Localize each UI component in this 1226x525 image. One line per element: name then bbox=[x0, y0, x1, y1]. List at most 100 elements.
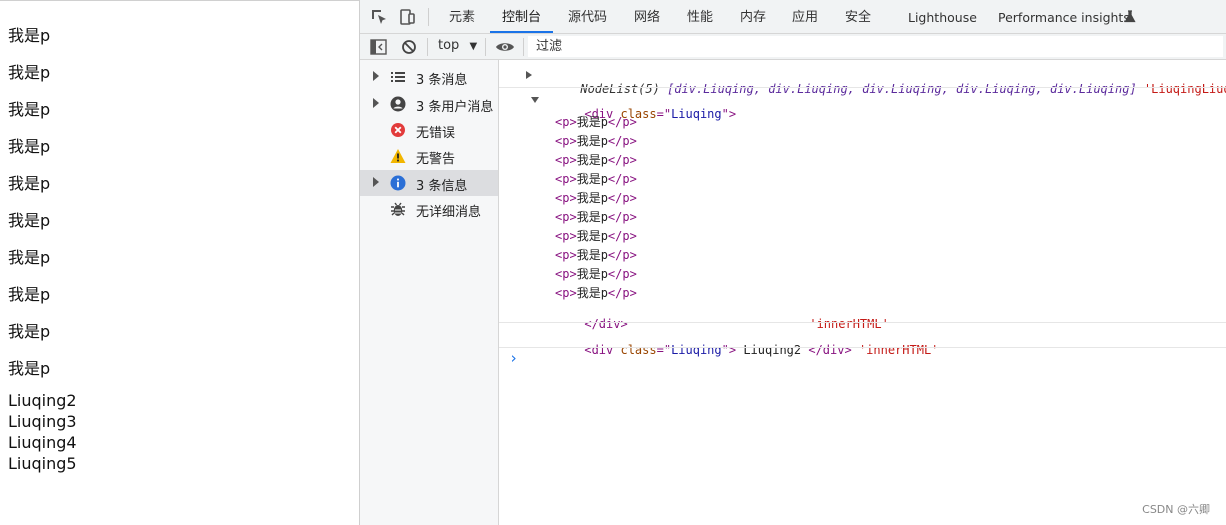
tab-elements[interactable]: 元素 bbox=[449, 0, 475, 33]
sidebar-item-user-messages[interactable]: 3 条用户消息 bbox=[360, 91, 498, 117]
divider bbox=[427, 38, 428, 56]
sidebar-item-label: 3 条信息 bbox=[416, 179, 468, 194]
tab-application[interactable]: 应用 bbox=[792, 0, 818, 33]
console-output: NodeList(5) [div.Liuqing, div.Liuqing, d… bbox=[499, 60, 1226, 525]
liuqing-div: Liuqing3 bbox=[8, 412, 77, 431]
tab-memory[interactable]: 内存 bbox=[740, 0, 766, 33]
console-element-p[interactable]: <p>我是p</p> bbox=[555, 132, 637, 149]
collapse-arrow-icon[interactable] bbox=[531, 97, 539, 103]
console-element-p[interactable]: <p>我是p</p> bbox=[555, 284, 637, 301]
chevron-down-icon: ▼ bbox=[469, 41, 478, 52]
p-text: 我是p bbox=[576, 191, 608, 205]
sidebar-item-messages[interactable]: 3 条消息 bbox=[360, 64, 498, 90]
p-text: 我是p bbox=[576, 267, 608, 281]
paragraph: 我是p bbox=[8, 174, 51, 193]
tab-performance[interactable]: 性能 bbox=[687, 0, 713, 33]
clear-console-icon[interactable] bbox=[401, 39, 417, 55]
devtools-tab-bar: 元素 控制台 源代码 网络 性能 内存 应用 安全 Lighthouse Per… bbox=[360, 0, 1226, 34]
p-open-tag: <p> bbox=[555, 115, 577, 129]
p-open-tag: <p> bbox=[555, 229, 577, 243]
divider bbox=[428, 8, 429, 26]
p-open-tag: <p> bbox=[555, 210, 577, 224]
console-element-p[interactable]: <p>我是p</p> bbox=[555, 265, 637, 282]
p-text: 我是p bbox=[576, 153, 608, 167]
p-open-tag: <p> bbox=[555, 134, 577, 148]
p-close-tag: </p> bbox=[607, 153, 637, 167]
console-element-p[interactable]: <p>我是p</p> bbox=[555, 246, 637, 263]
console-element-p[interactable]: <p>我是p</p> bbox=[555, 227, 637, 244]
filter-input[interactable] bbox=[528, 36, 1223, 57]
user-icon bbox=[390, 96, 406, 112]
p-text: 我是p bbox=[576, 172, 608, 186]
sidebar-item-label: 3 条消息 bbox=[416, 73, 468, 88]
context-selector[interactable]: top ▼ bbox=[438, 38, 477, 53]
inspect-element-icon[interactable] bbox=[370, 8, 388, 26]
expand-arrow-icon[interactable] bbox=[373, 71, 379, 81]
p-open-tag: <p> bbox=[555, 267, 577, 281]
p-open-tag: <p> bbox=[555, 153, 577, 167]
paragraph: 我是p bbox=[8, 137, 51, 156]
liuqing-div: Liuqing4 bbox=[8, 433, 77, 452]
devtools-panel: 元素 控制台 源代码 网络 性能 内存 应用 安全 Lighthouse Per… bbox=[359, 0, 1226, 525]
bug-icon bbox=[391, 202, 405, 216]
p-text: 我是p bbox=[576, 210, 608, 224]
divider bbox=[523, 38, 524, 56]
p-open-tag: <p> bbox=[555, 191, 577, 205]
sidebar-item-warnings[interactable]: 无警告 bbox=[360, 143, 498, 169]
message-divider bbox=[499, 322, 1226, 323]
paragraph: 我是p bbox=[8, 26, 51, 45]
p-close-tag: </p> bbox=[607, 248, 637, 262]
message-divider bbox=[499, 87, 1226, 88]
console-toolbar: top ▼ bbox=[360, 34, 1226, 60]
console-prompt-icon[interactable]: › bbox=[509, 349, 518, 367]
paragraph: 我是p bbox=[8, 285, 51, 304]
p-open-tag: <p> bbox=[555, 248, 577, 262]
divider bbox=[485, 38, 486, 56]
tab-performance-insights[interactable]: Performance insights bbox=[998, 0, 1130, 33]
p-open-tag: <p> bbox=[555, 172, 577, 186]
error-icon bbox=[391, 123, 405, 137]
sidebar-toggle-icon[interactable] bbox=[370, 39, 387, 55]
paragraph: 我是p bbox=[8, 248, 51, 267]
p-close-tag: </p> bbox=[607, 134, 637, 148]
console-element-p[interactable]: <p>我是p</p> bbox=[555, 170, 637, 187]
tab-console[interactable]: 控制台 bbox=[490, 0, 554, 33]
tab-sources[interactable]: 源代码 bbox=[568, 0, 607, 33]
sidebar-item-label: 3 条用户消息 bbox=[416, 100, 494, 115]
console-message-liuqing2[interactable]: <div class="Liuqing"> Liuqing2 </div> 'i… bbox=[541, 329, 938, 371]
expand-arrow-icon[interactable] bbox=[373, 98, 379, 108]
paragraph: 我是p bbox=[8, 63, 51, 82]
sidebar-item-label: 无详细消息 bbox=[416, 205, 482, 220]
p-text: 我是p bbox=[576, 115, 608, 129]
p-close-tag: </p> bbox=[607, 115, 637, 129]
p-text: 我是p bbox=[576, 286, 608, 300]
live-expression-eye-icon[interactable] bbox=[495, 39, 515, 55]
tab-network[interactable]: 网络 bbox=[634, 0, 660, 33]
console-element-p[interactable]: <p>我是p</p> bbox=[555, 113, 637, 130]
info-icon bbox=[390, 175, 406, 191]
web-page: 我是p 我是p 我是p 我是p 我是p 我是p 我是p 我是p 我是p 我是p … bbox=[0, 0, 359, 525]
sidebar-item-errors[interactable]: 无错误 bbox=[360, 117, 498, 143]
liuqing-div: Liuqing5 bbox=[8, 454, 77, 473]
message-divider bbox=[499, 347, 1226, 348]
console-element-p[interactable]: <p>我是p</p> bbox=[555, 151, 637, 168]
console-element-p[interactable]: <p>我是p</p> bbox=[555, 189, 637, 206]
p-text: 我是p bbox=[576, 134, 608, 148]
sidebar-item-info[interactable]: 3 条信息 bbox=[360, 170, 498, 196]
p-close-tag: </p> bbox=[607, 172, 637, 186]
p-close-tag: </p> bbox=[607, 229, 637, 243]
p-close-tag: </p> bbox=[607, 267, 637, 281]
expand-arrow-icon[interactable] bbox=[373, 177, 379, 187]
paragraph: 我是p bbox=[8, 100, 51, 119]
p-close-tag: </p> bbox=[607, 286, 637, 300]
sidebar-item-verbose[interactable]: 无详细消息 bbox=[360, 196, 498, 222]
console-element-p[interactable]: <p>我是p</p> bbox=[555, 208, 637, 225]
paragraph: 我是p bbox=[8, 211, 51, 230]
device-toolbar-icon[interactable] bbox=[398, 8, 416, 26]
tab-security[interactable]: 安全 bbox=[845, 0, 871, 33]
expand-arrow-icon[interactable] bbox=[526, 71, 532, 79]
context-label: top bbox=[438, 38, 460, 53]
liuqing-div: Liuqing2 bbox=[8, 391, 77, 410]
tab-lighthouse[interactable]: Lighthouse bbox=[908, 0, 977, 33]
p-open-tag: <p> bbox=[555, 286, 577, 300]
